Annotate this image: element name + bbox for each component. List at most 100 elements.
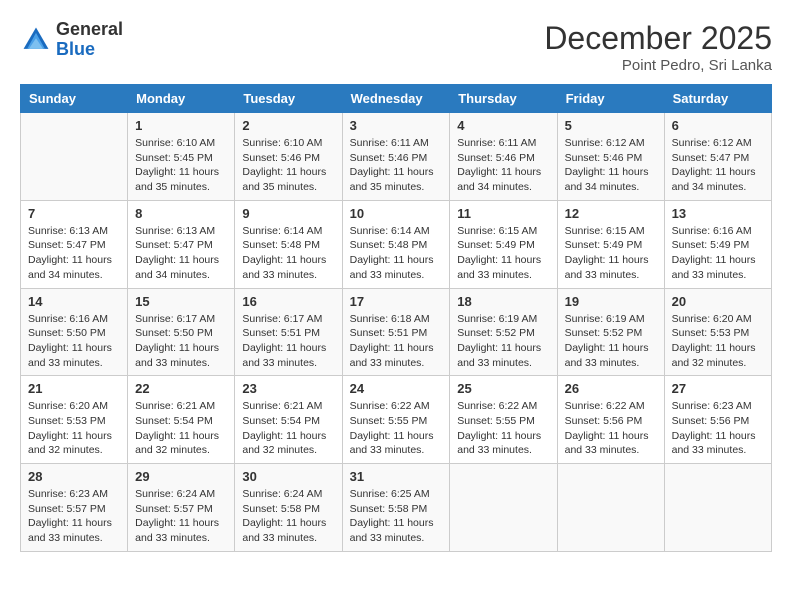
cell-info: Sunrise: 6:24 AMSunset: 5:57 PMDaylight:…: [135, 487, 227, 546]
day-number: 31: [350, 469, 443, 484]
cell-info: Sunrise: 6:23 AMSunset: 5:56 PMDaylight:…: [672, 399, 764, 458]
table-row: 2 Sunrise: 6:10 AMSunset: 5:46 PMDayligh…: [235, 113, 342, 201]
day-number: 3: [350, 118, 443, 133]
day-number: 19: [565, 294, 657, 309]
logo-general-text: General: [56, 19, 123, 39]
table-row: 3 Sunrise: 6:11 AMSunset: 5:46 PMDayligh…: [342, 113, 450, 201]
table-row: [664, 464, 771, 552]
cell-info: Sunrise: 6:19 AMSunset: 5:52 PMDaylight:…: [457, 312, 549, 371]
cell-info: Sunrise: 6:16 AMSunset: 5:50 PMDaylight:…: [28, 312, 120, 371]
col-sunday: Sunday: [21, 85, 128, 113]
day-number: 11: [457, 206, 549, 221]
day-number: 27: [672, 381, 764, 396]
day-number: 13: [672, 206, 764, 221]
col-wednesday: Wednesday: [342, 85, 450, 113]
day-number: 14: [28, 294, 120, 309]
month-year-title: December 2025: [544, 20, 772, 57]
cell-info: Sunrise: 6:16 AMSunset: 5:49 PMDaylight:…: [672, 224, 764, 283]
title-block: December 2025 Point Pedro, Sri Lanka: [544, 20, 772, 74]
calendar-week-row: 1 Sunrise: 6:10 AMSunset: 5:45 PMDayligh…: [21, 113, 772, 201]
col-tuesday: Tuesday: [235, 85, 342, 113]
day-number: 4: [457, 118, 549, 133]
day-number: 28: [28, 469, 120, 484]
cell-info: Sunrise: 6:24 AMSunset: 5:58 PMDaylight:…: [242, 487, 334, 546]
location-subtitle: Point Pedro, Sri Lanka: [544, 57, 772, 74]
logo-icon: [20, 24, 52, 56]
day-number: 29: [135, 469, 227, 484]
calendar-week-row: 14 Sunrise: 6:16 AMSunset: 5:50 PMDaylig…: [21, 288, 772, 376]
table-row: 9 Sunrise: 6:14 AMSunset: 5:48 PMDayligh…: [235, 200, 342, 288]
day-number: 30: [242, 469, 334, 484]
cell-info: Sunrise: 6:22 AMSunset: 5:55 PMDaylight:…: [350, 399, 443, 458]
table-row: [557, 464, 664, 552]
cell-info: Sunrise: 6:19 AMSunset: 5:52 PMDaylight:…: [565, 312, 657, 371]
table-row: 19 Sunrise: 6:19 AMSunset: 5:52 PMDaylig…: [557, 288, 664, 376]
table-row: 5 Sunrise: 6:12 AMSunset: 5:46 PMDayligh…: [557, 113, 664, 201]
day-number: 17: [350, 294, 443, 309]
table-row: 22 Sunrise: 6:21 AMSunset: 5:54 PMDaylig…: [128, 376, 235, 464]
table-row: 8 Sunrise: 6:13 AMSunset: 5:47 PMDayligh…: [128, 200, 235, 288]
day-number: 23: [242, 381, 334, 396]
day-number: 25: [457, 381, 549, 396]
day-number: 9: [242, 206, 334, 221]
cell-info: Sunrise: 6:13 AMSunset: 5:47 PMDaylight:…: [135, 224, 227, 283]
day-number: 18: [457, 294, 549, 309]
table-row: 4 Sunrise: 6:11 AMSunset: 5:46 PMDayligh…: [450, 113, 557, 201]
calendar-week-row: 7 Sunrise: 6:13 AMSunset: 5:47 PMDayligh…: [21, 200, 772, 288]
cell-info: Sunrise: 6:12 AMSunset: 5:46 PMDaylight:…: [565, 136, 657, 195]
table-row: 11 Sunrise: 6:15 AMSunset: 5:49 PMDaylig…: [450, 200, 557, 288]
cell-info: Sunrise: 6:23 AMSunset: 5:57 PMDaylight:…: [28, 487, 120, 546]
table-row: 26 Sunrise: 6:22 AMSunset: 5:56 PMDaylig…: [557, 376, 664, 464]
logo-text: General Blue: [56, 20, 123, 60]
cell-info: Sunrise: 6:20 AMSunset: 5:53 PMDaylight:…: [672, 312, 764, 371]
day-number: 21: [28, 381, 120, 396]
col-saturday: Saturday: [664, 85, 771, 113]
table-row: 29 Sunrise: 6:24 AMSunset: 5:57 PMDaylig…: [128, 464, 235, 552]
table-row: 13 Sunrise: 6:16 AMSunset: 5:49 PMDaylig…: [664, 200, 771, 288]
table-row: 28 Sunrise: 6:23 AMSunset: 5:57 PMDaylig…: [21, 464, 128, 552]
page-header: General Blue December 2025 Point Pedro, …: [20, 20, 772, 74]
cell-info: Sunrise: 6:15 AMSunset: 5:49 PMDaylight:…: [457, 224, 549, 283]
day-number: 1: [135, 118, 227, 133]
table-row: 31 Sunrise: 6:25 AMSunset: 5:58 PMDaylig…: [342, 464, 450, 552]
cell-info: Sunrise: 6:25 AMSunset: 5:58 PMDaylight:…: [350, 487, 443, 546]
cell-info: Sunrise: 6:10 AMSunset: 5:45 PMDaylight:…: [135, 136, 227, 195]
table-row: 18 Sunrise: 6:19 AMSunset: 5:52 PMDaylig…: [450, 288, 557, 376]
day-number: 8: [135, 206, 227, 221]
col-thursday: Thursday: [450, 85, 557, 113]
cell-info: Sunrise: 6:11 AMSunset: 5:46 PMDaylight:…: [350, 136, 443, 195]
cell-info: Sunrise: 6:15 AMSunset: 5:49 PMDaylight:…: [565, 224, 657, 283]
table-row: 16 Sunrise: 6:17 AMSunset: 5:51 PMDaylig…: [235, 288, 342, 376]
table-row: [21, 113, 128, 201]
table-row: 24 Sunrise: 6:22 AMSunset: 5:55 PMDaylig…: [342, 376, 450, 464]
table-row: 15 Sunrise: 6:17 AMSunset: 5:50 PMDaylig…: [128, 288, 235, 376]
logo: General Blue: [20, 20, 123, 60]
cell-info: Sunrise: 6:21 AMSunset: 5:54 PMDaylight:…: [242, 399, 334, 458]
cell-info: Sunrise: 6:20 AMSunset: 5:53 PMDaylight:…: [28, 399, 120, 458]
table-row: 7 Sunrise: 6:13 AMSunset: 5:47 PMDayligh…: [21, 200, 128, 288]
day-number: 12: [565, 206, 657, 221]
day-number: 6: [672, 118, 764, 133]
day-number: 10: [350, 206, 443, 221]
cell-info: Sunrise: 6:14 AMSunset: 5:48 PMDaylight:…: [350, 224, 443, 283]
cell-info: Sunrise: 6:22 AMSunset: 5:55 PMDaylight:…: [457, 399, 549, 458]
day-number: 20: [672, 294, 764, 309]
calendar-week-row: 21 Sunrise: 6:20 AMSunset: 5:53 PMDaylig…: [21, 376, 772, 464]
col-friday: Friday: [557, 85, 664, 113]
table-row: 12 Sunrise: 6:15 AMSunset: 5:49 PMDaylig…: [557, 200, 664, 288]
day-number: 15: [135, 294, 227, 309]
table-row: 30 Sunrise: 6:24 AMSunset: 5:58 PMDaylig…: [235, 464, 342, 552]
table-row: 27 Sunrise: 6:23 AMSunset: 5:56 PMDaylig…: [664, 376, 771, 464]
cell-info: Sunrise: 6:10 AMSunset: 5:46 PMDaylight:…: [242, 136, 334, 195]
day-number: 5: [565, 118, 657, 133]
cell-info: Sunrise: 6:13 AMSunset: 5:47 PMDaylight:…: [28, 224, 120, 283]
calendar-week-row: 28 Sunrise: 6:23 AMSunset: 5:57 PMDaylig…: [21, 464, 772, 552]
logo-blue-text: Blue: [56, 39, 95, 59]
day-number: 2: [242, 118, 334, 133]
calendar-table: Sunday Monday Tuesday Wednesday Thursday…: [20, 84, 772, 552]
table-row: 17 Sunrise: 6:18 AMSunset: 5:51 PMDaylig…: [342, 288, 450, 376]
cell-info: Sunrise: 6:18 AMSunset: 5:51 PMDaylight:…: [350, 312, 443, 371]
day-number: 26: [565, 381, 657, 396]
table-row: 25 Sunrise: 6:22 AMSunset: 5:55 PMDaylig…: [450, 376, 557, 464]
table-row: 10 Sunrise: 6:14 AMSunset: 5:48 PMDaylig…: [342, 200, 450, 288]
